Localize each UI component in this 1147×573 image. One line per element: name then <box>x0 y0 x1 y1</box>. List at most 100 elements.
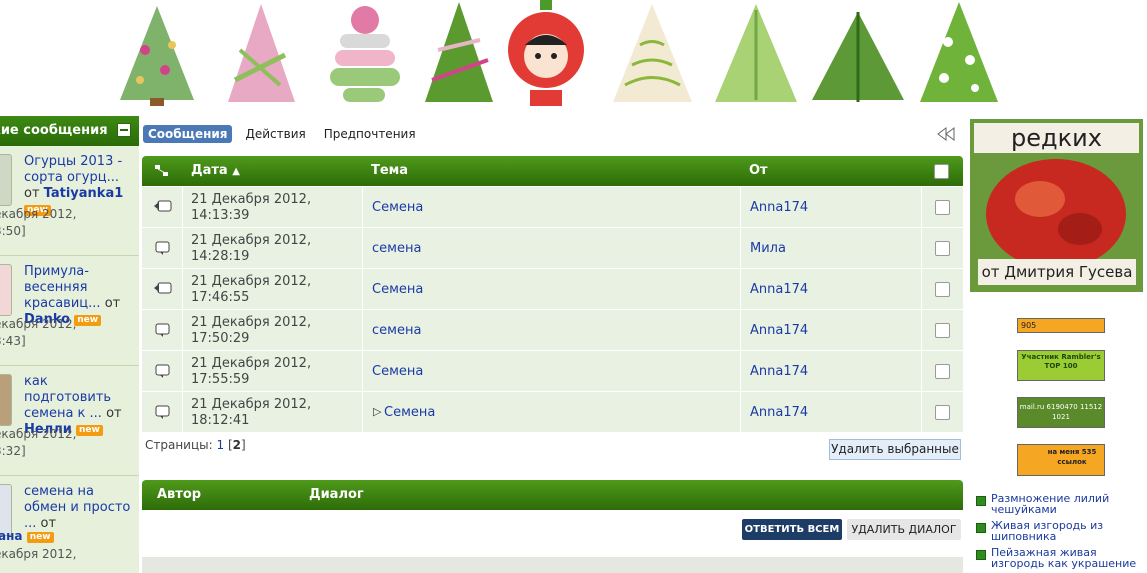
row-checkbox[interactable] <box>935 200 950 215</box>
collapse-icon[interactable] <box>117 123 131 137</box>
related-link[interactable]: Живая изгородь из шиповника <box>975 520 1145 542</box>
ad-title: редких <box>974 123 1139 153</box>
table-header: Дата ▲ Тема От <box>142 156 963 186</box>
delete-selected-button[interactable]: Удалить выбранные <box>829 439 961 460</box>
current-page: 2 <box>232 438 241 452</box>
column-header-subject[interactable]: Тема <box>371 156 408 186</box>
sort-type-icon[interactable] <box>154 164 170 178</box>
dialog-body <box>142 557 963 573</box>
mailru-counter-badge[interactable]: mail.ru 6190470 11512 1021 <box>1017 397 1105 428</box>
message-subject-link[interactable]: Семена <box>372 282 423 297</box>
row-checkbox[interactable] <box>935 241 950 256</box>
ad-banner[interactable]: редких от Дмитрия Гусева <box>970 119 1143 292</box>
message-date: 21 Декабря 2012, <box>191 233 312 248</box>
sender-link[interactable]: Anna174 <box>750 364 808 379</box>
from-label: от <box>24 186 40 201</box>
message-date: 21 Декабря 2012, <box>191 397 312 412</box>
post-date: екабря 2012, <box>0 317 77 331</box>
sender-link[interactable]: Anna174 <box>750 405 808 420</box>
sender-link[interactable]: Мила <box>750 241 786 256</box>
select-all-checkbox[interactable] <box>934 164 949 179</box>
message-icon <box>155 241 170 255</box>
new-badge: new <box>76 425 103 436</box>
column-header-from[interactable]: От <box>749 156 768 186</box>
topic-thumbnail[interactable] <box>0 374 12 426</box>
message-icon <box>155 405 170 419</box>
list-item: семена на обмен и просто ... от ана new … <box>0 476 139 573</box>
sidebar-header: кие сообщения <box>0 116 139 146</box>
from-label: от <box>106 406 122 421</box>
new-badge: new <box>74 315 102 326</box>
counter-badge-1[interactable]: 905 <box>1017 318 1105 333</box>
post-date: екабря 2012, <box>0 427 77 441</box>
messages-table: Дата ▲ Тема От 21 Декабря 2012, 14:13:39 … <box>142 156 963 433</box>
post-time: 3:43] <box>0 334 26 348</box>
message-date: 21 Декабря 2012, <box>191 274 312 289</box>
header-banner <box>0 0 1147 112</box>
sender-link[interactable]: Anna174 <box>750 282 808 297</box>
dialog-column-header: Диалог <box>309 487 364 502</box>
dialog-header: Автор Диалог <box>142 480 963 510</box>
reply-icon <box>154 200 172 212</box>
delete-dialog-button[interactable]: УДАЛИТЬ ДИАЛОГ <box>847 519 961 540</box>
topic-link[interactable]: как подготовить семена к ... <box>24 374 111 421</box>
message-time: 17:55:59 <box>191 372 250 387</box>
message-tabs: Сообщения Действия Предпочтения <box>143 124 421 144</box>
author-link[interactable]: ана new <box>0 528 54 544</box>
row-checkbox[interactable] <box>935 282 950 297</box>
rewind-icon[interactable] <box>937 127 955 141</box>
play-arrow-icon: ▷ <box>373 405 382 418</box>
message-subject-link[interactable]: Семена <box>384 405 435 420</box>
pages-label: Страницы: <box>145 438 213 452</box>
christmas-trees-illustration <box>120 0 998 106</box>
rambler-top100-badge[interactable]: Участник Rambler's TOP 100 <box>1017 350 1105 381</box>
message-subject-link[interactable]: семена <box>372 241 421 256</box>
post-time: 3:32] <box>0 444 26 458</box>
table-row: 21 Декабря 2012, 18:12:41 ▷ Семена Anna174 <box>142 391 963 433</box>
message-time: 14:28:19 <box>191 249 250 264</box>
sender-link[interactable]: Anna174 <box>750 200 808 215</box>
tab-actions[interactable]: Действия <box>240 125 310 143</box>
reply-all-button[interactable]: ОТВЕТИТЬ ВСЕМ <box>742 519 842 540</box>
author-column-header: Автор <box>157 487 202 502</box>
tab-preferences[interactable]: Предпочтения <box>319 125 421 143</box>
row-checkbox[interactable] <box>935 405 950 420</box>
topic-link[interactable]: Примула-весенняя красавиц... <box>24 264 101 311</box>
column-header-date[interactable]: Дата ▲ <box>191 156 240 187</box>
new-badge: new <box>26 532 54 543</box>
row-checkbox[interactable] <box>935 323 950 338</box>
message-date: 21 Декабря 2012, <box>191 192 312 207</box>
reply-icon <box>154 282 172 294</box>
pagination: Страницы: 1 [2] <box>145 438 246 452</box>
message-time: 17:50:29 <box>191 331 250 346</box>
related-link[interactable]: Размножение лилий чешуйками <box>975 493 1145 515</box>
sender-link[interactable]: Anna174 <box>750 323 808 338</box>
table-row: 21 Декабря 2012, 17:55:59 Семена Anna174 <box>142 350 963 392</box>
topic-thumbnail[interactable] <box>0 264 12 316</box>
message-subject-link[interactable]: семена <box>372 323 421 338</box>
list-item: как подготовить семена к ... от Нелли ne… <box>0 366 139 476</box>
from-label: от <box>104 296 121 311</box>
topic-thumbnail[interactable] <box>0 154 12 206</box>
author-link[interactable]: Tatiyanka1 <box>44 186 124 201</box>
post-date: екабря 2012, <box>0 547 77 561</box>
message-icon <box>155 364 170 378</box>
sort-asc-icon: ▲ <box>232 166 240 177</box>
related-links: Размножение лилий чешуйками Живая изгоро… <box>975 493 1145 573</box>
links-counter-badge[interactable]: на меня 535 ссылок <box>1017 444 1105 476</box>
list-item: Огурцы 2013 - сорта огурц... от Tatiyank… <box>0 146 139 256</box>
page-link-1[interactable]: 1 <box>217 438 225 452</box>
message-time: 18:12:41 <box>191 413 250 428</box>
topic-link[interactable]: Огурцы 2013 - сорта огурц... <box>24 154 122 185</box>
tab-messages[interactable]: Сообщения <box>143 125 233 143</box>
message-time: 14:13:39 <box>191 208 250 223</box>
post-date: екабря 2012, <box>0 207 77 221</box>
related-link[interactable]: Пейзажная живая изгородь как украшение <box>975 547 1145 569</box>
message-subject-link[interactable]: Семена <box>372 364 423 379</box>
table-row: 21 Декабря 2012, 14:13:39 Семена Anna174 <box>142 186 963 228</box>
message-time: 17:46:55 <box>191 290 250 305</box>
message-subject-link[interactable]: Семена <box>372 200 423 215</box>
message-date: 21 Декабря 2012, <box>191 315 312 330</box>
sidebar-title: кие сообщения <box>0 123 108 138</box>
row-checkbox[interactable] <box>935 364 950 379</box>
